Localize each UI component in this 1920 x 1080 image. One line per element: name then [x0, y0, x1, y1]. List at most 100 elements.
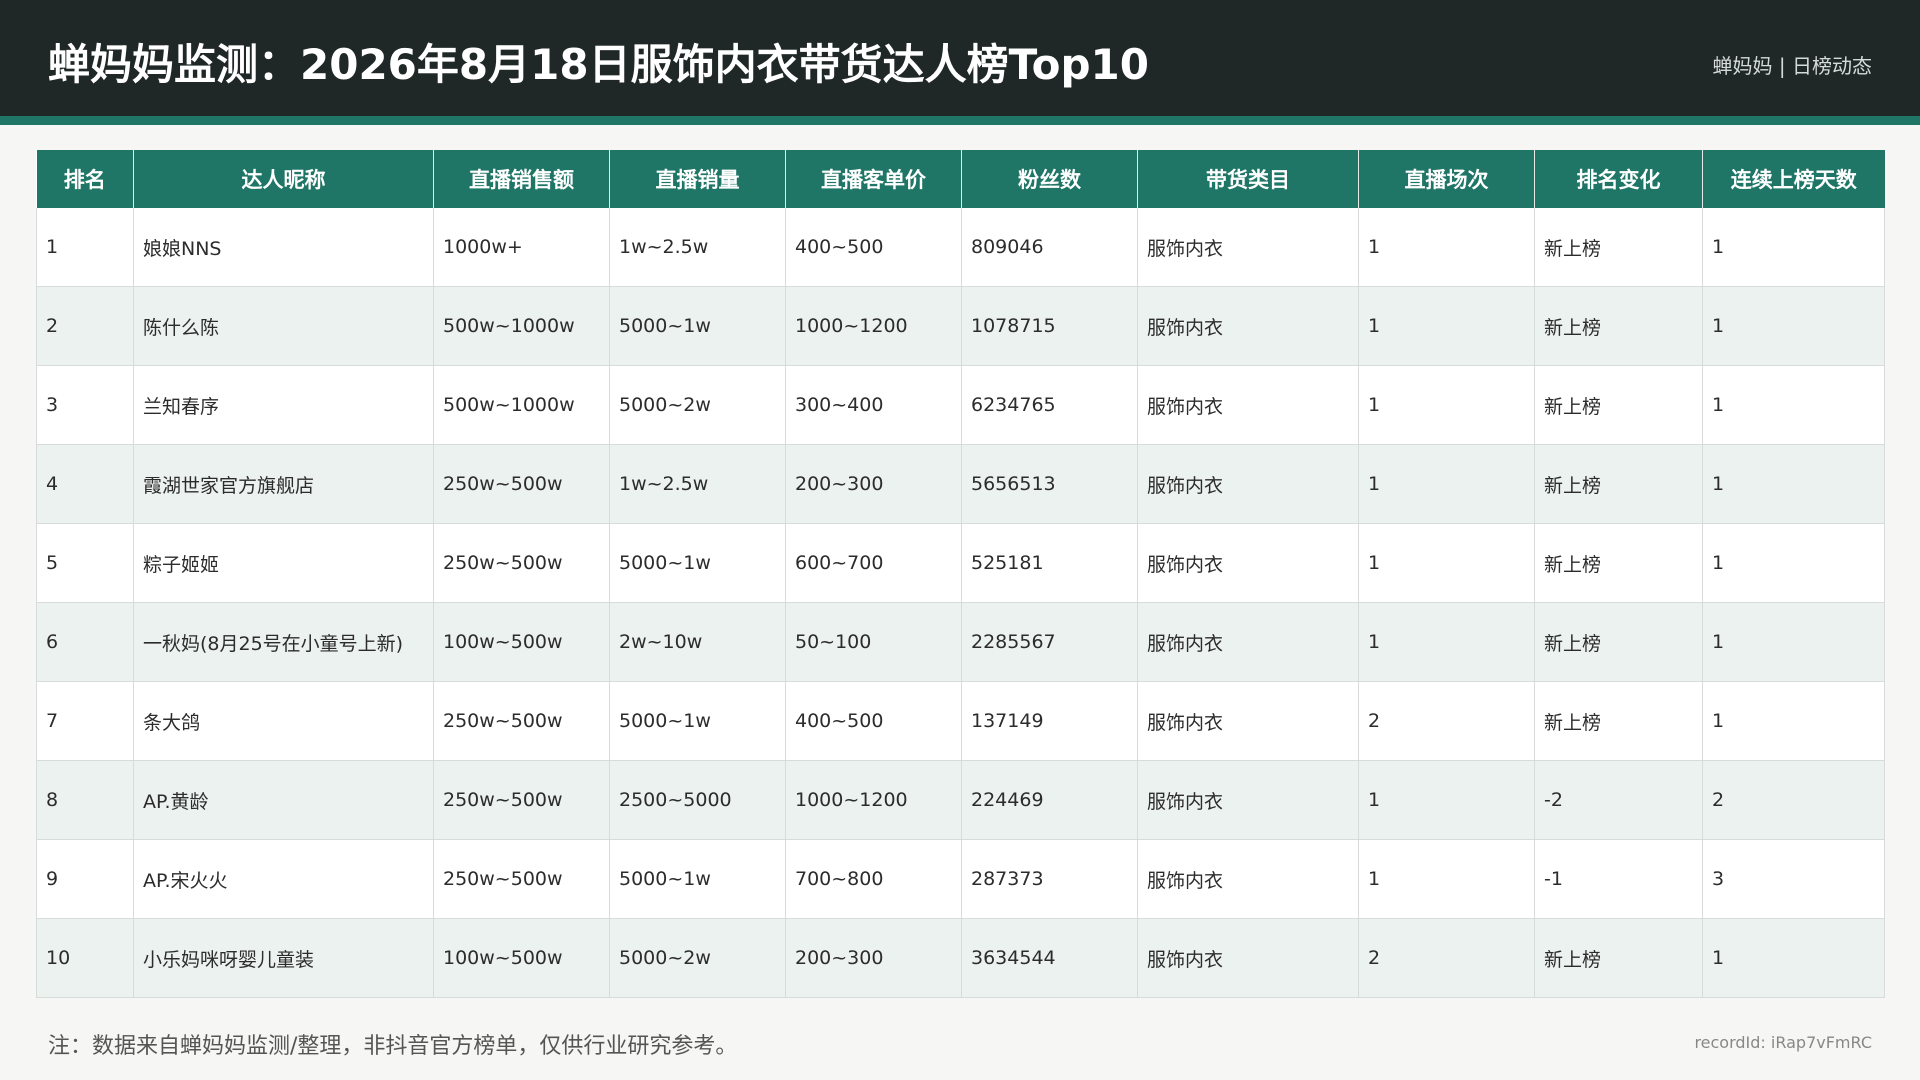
unit-price-cell: 1000~1200: [785, 760, 962, 840]
table-row[interactable]: 8 AP.黄龄 250w~500w 2500~5000 1000~1200 224469 服…: [36, 760, 1885, 840]
followers-cell: 525181: [961, 523, 1138, 603]
category-cell: 服饰内衣: [1137, 760, 1359, 840]
rank-cell: 6: [36, 602, 134, 682]
consecutive-days-cell: 1: [1702, 681, 1885, 761]
page-title: 蝉妈妈监测：2026年8月18日服饰内衣带货达人榜Top10: [48, 40, 1150, 89]
sessions-cell: 2: [1358, 918, 1535, 998]
unit-price-cell: 600~700: [785, 523, 962, 603]
column-header-followers[interactable]: 粉丝数: [961, 150, 1138, 208]
sales-amount-cell: 100w~500w: [433, 918, 610, 998]
rank-cell: 9: [36, 839, 134, 919]
sales-volume-cell: 5000~1w: [609, 839, 786, 919]
unit-price-cell: 1000~1200: [785, 286, 962, 366]
sessions-cell: 1: [1358, 839, 1535, 919]
nickname-cell: 霞湖世家官方旗舰店: [133, 444, 434, 524]
table-row[interactable]: 2 陈什么陈 500w~1000w 5000~1w 1000~1200 1078715 服饰…: [36, 286, 1885, 366]
consecutive-days-cell: 2: [1702, 760, 1885, 840]
column-header-category[interactable]: 带货类目: [1137, 150, 1359, 208]
category-cell: 服饰内衣: [1137, 365, 1359, 445]
unit-price-cell: 700~800: [785, 839, 962, 919]
rank-change-cell: 新上榜: [1534, 208, 1703, 287]
unit-price-cell: 300~400: [785, 365, 962, 445]
column-header-unit-price[interactable]: 直播客单价: [785, 150, 962, 208]
rank-cell: 5: [36, 523, 134, 603]
nickname-cell: 小乐妈咪呀婴儿童装: [133, 918, 434, 998]
rank-change-cell: -1: [1534, 839, 1703, 919]
rank-cell: 10: [36, 918, 134, 998]
sales-volume-cell: 1w~2.5w: [609, 208, 786, 287]
rank-change-cell: -2: [1534, 760, 1703, 840]
consecutive-days-cell: 1: [1702, 602, 1885, 682]
rank-change-cell: 新上榜: [1534, 918, 1703, 998]
footer-note: 注：数据来自蝉妈妈监测/整理，非抖音官方榜单，仅供行业研究参考。: [48, 1034, 738, 1059]
rank-cell: 2: [36, 286, 134, 366]
table-body: 1 娘娘NNS 1000w+ 1w~2.5w 400~500 809046 服饰内衣 1 新上榜…: [36, 208, 1885, 998]
rank-cell: 1: [36, 208, 134, 287]
sales-amount-cell: 1000w+: [433, 208, 610, 287]
column-header-sales-volume[interactable]: 直播销量: [609, 150, 786, 208]
sales-volume-cell: 2500~5000: [609, 760, 786, 840]
sales-amount-cell: 250w~500w: [433, 760, 610, 840]
unit-price-cell: 400~500: [785, 681, 962, 761]
rank-cell: 4: [36, 444, 134, 524]
column-header-nickname[interactable]: 达人昵称: [133, 150, 434, 208]
unit-price-cell: 50~100: [785, 602, 962, 682]
rank-change-cell: 新上榜: [1534, 681, 1703, 761]
category-cell: 服饰内衣: [1137, 444, 1359, 524]
unit-price-cell: 200~300: [785, 918, 962, 998]
followers-cell: 2285567: [961, 602, 1138, 682]
sessions-cell: 1: [1358, 365, 1535, 445]
sales-volume-cell: 5000~2w: [609, 365, 786, 445]
record-id: recordId: iRap7vFmRC: [1694, 1033, 1872, 1052]
column-header-rank[interactable]: 排名: [36, 150, 134, 208]
sales-volume-cell: 5000~1w: [609, 681, 786, 761]
column-header-sales-amount[interactable]: 直播销售额: [433, 150, 610, 208]
header-accent-stripe: [0, 116, 1920, 125]
consecutive-days-cell: 1: [1702, 286, 1885, 366]
followers-cell: 287373: [961, 839, 1138, 919]
sessions-cell: 1: [1358, 602, 1535, 682]
table-row[interactable]: 10 小乐妈咪呀婴儿童装 100w~500w 5000~2w 200~300 363454…: [36, 918, 1885, 998]
table-row[interactable]: 3 兰知春序 500w~1000w 5000~2w 300~400 6234765 服饰内衣…: [36, 365, 1885, 445]
table-row[interactable]: 4 霞湖世家官方旗舰店 250w~500w 1w~2.5w 200~300 5656513…: [36, 444, 1885, 524]
table-row[interactable]: 5 粽子姬姬 250w~500w 5000~1w 600~700 525181 服饰内衣 1 新…: [36, 523, 1885, 603]
table-row[interactable]: 6 一秋妈(8月25号在小童号上新) 100w~500w 2w~10w 50~100 22…: [36, 602, 1885, 682]
sales-amount-cell: 500w~1000w: [433, 365, 610, 445]
category-cell: 服饰内衣: [1137, 839, 1359, 919]
brand-label: 蝉妈妈 | 日榜动态: [1712, 54, 1872, 78]
sessions-cell: 1: [1358, 444, 1535, 524]
nickname-cell: 兰知春序: [133, 365, 434, 445]
sales-volume-cell: 5000~1w: [609, 286, 786, 366]
nickname-cell: 条大鸽: [133, 681, 434, 761]
followers-cell: 6234765: [961, 365, 1138, 445]
column-header-rank-change[interactable]: 排名变化: [1534, 150, 1703, 208]
nickname-cell: 娘娘NNS: [133, 208, 434, 287]
nickname-cell: 一秋妈(8月25号在小童号上新): [133, 602, 434, 682]
column-header-sessions[interactable]: 直播场次: [1358, 150, 1535, 208]
rank-change-cell: 新上榜: [1534, 286, 1703, 366]
consecutive-days-cell: 3: [1702, 839, 1885, 919]
consecutive-days-cell: 1: [1702, 208, 1885, 287]
sales-amount-cell: 500w~1000w: [433, 286, 610, 366]
followers-cell: 224469: [961, 760, 1138, 840]
table-row[interactable]: 7 条大鸽 250w~500w 5000~1w 400~500 137149 服饰内衣 2 新上…: [36, 681, 1885, 761]
followers-cell: 137149: [961, 681, 1138, 761]
followers-cell: 809046: [961, 208, 1138, 287]
sales-amount-cell: 250w~500w: [433, 839, 610, 919]
column-header-consecutive-days[interactable]: 连续上榜天数: [1702, 150, 1885, 208]
page-header: 蝉妈妈监测：2026年8月18日服饰内衣带货达人榜Top10 蝉妈妈 | 日榜动…: [0, 0, 1920, 116]
ranking-table: 排名 达人昵称 直播销售额 直播销量 直播客单价 粉丝数 带货类目 直播场次 排…: [36, 150, 1885, 998]
table-row[interactable]: 9 AP.宋火火 250w~500w 5000~1w 700~800 287373 服饰内衣…: [36, 839, 1885, 919]
rank-cell: 3: [36, 365, 134, 445]
category-cell: 服饰内衣: [1137, 286, 1359, 366]
category-cell: 服饰内衣: [1137, 208, 1359, 287]
table-row[interactable]: 1 娘娘NNS 1000w+ 1w~2.5w 400~500 809046 服饰内衣 1 新上榜…: [36, 208, 1885, 287]
sales-volume-cell: 5000~2w: [609, 918, 786, 998]
sessions-cell: 1: [1358, 760, 1535, 840]
rank-change-cell: 新上榜: [1534, 602, 1703, 682]
unit-price-cell: 200~300: [785, 444, 962, 524]
sessions-cell: 1: [1358, 208, 1535, 287]
rank-change-cell: 新上榜: [1534, 365, 1703, 445]
category-cell: 服饰内衣: [1137, 523, 1359, 603]
sales-volume-cell: 1w~2.5w: [609, 444, 786, 524]
